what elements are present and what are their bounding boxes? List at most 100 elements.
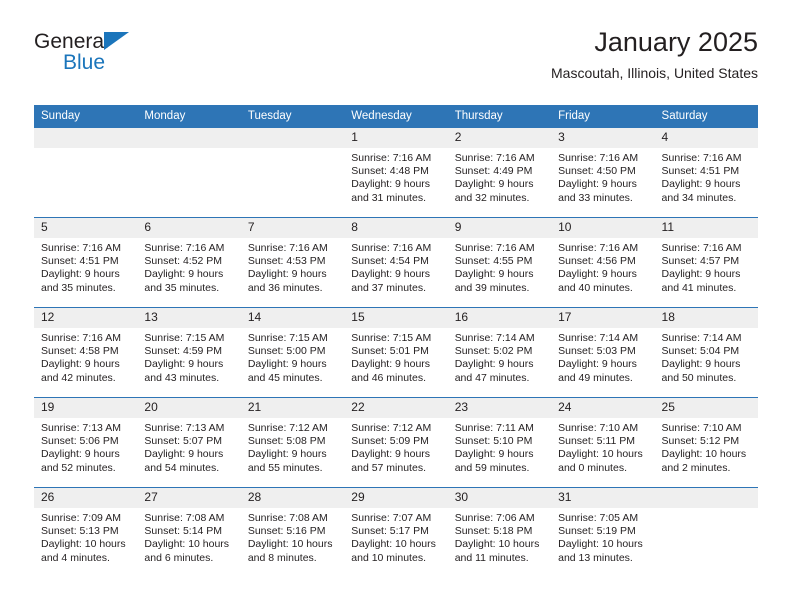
sun-info-line: and 35 minutes. — [144, 281, 220, 294]
sun-info-line: Sunrise: 7:09 AM — [41, 512, 121, 524]
page-title: January 2025 — [594, 27, 758, 57]
sun-info-line: and 10 minutes. — [351, 551, 426, 564]
calendar-day-cell[interactable]: 4 Sunrise: 7:16 AM Sunset: 4:51 PM Daylight… — [654, 127, 758, 218]
day-sun-info: Sunrise: 7:16 AM Sunset: 4:55 PM Daylight:… — [448, 238, 551, 295]
sun-info-line: Daylight: 9 hours — [247, 358, 327, 371]
title-block: January 2025 Mascoutah, Illinois, United… — [551, 26, 758, 82]
sun-info-line: Sunset: 4:48 PM — [351, 165, 429, 178]
sun-info-line: Sunrise: 7:13 AM — [41, 422, 121, 434]
calendar-day-cell[interactable]: 3 Sunrise: 7:16 AM Sunset: 4:50 PM Daylight… — [551, 127, 655, 218]
calendar-day-cell[interactable]: 10 Sunrise: 7:16 AM Sunset: 4:56 PM Dayligh… — [551, 217, 655, 308]
sun-info-line: Sunset: 5:17 PM — [351, 525, 429, 538]
sun-info-line: Sunrise: 7:15 AM — [351, 332, 432, 344]
sun-info-line: and 42 minutes. — [41, 371, 116, 384]
sun-info-line: Sunrise: 7:07 AM — [351, 512, 432, 524]
sun-info-line: and 13 minutes. — [558, 551, 633, 564]
calendar-day-cell[interactable]: 8 Sunrise: 7:16 AM Sunset: 4:54 PM Daylight… — [344, 217, 448, 308]
calendar-day-cell[interactable]: 13 Sunrise: 7:15 AM Sunset: 4:59 PM Dayligh… — [137, 307, 241, 398]
calendar-table: Sunday Monday Tuesday Wednesday Thursday Frid… — [34, 105, 758, 578]
calendar-day-cell[interactable]: 12 Sunrise: 7:16 AM Sunset: 4:58 PM Dayligh… — [34, 307, 138, 398]
sun-info-line: Sunrise: 7:16 AM — [351, 242, 432, 254]
calendar-day-cell[interactable]: 20 Sunrise: 7:13 AM Sunset: 5:07 PM Dayligh… — [137, 397, 241, 488]
sun-info-line: and 11 minutes. — [454, 551, 529, 564]
sun-info-line: and 46 minutes. — [351, 371, 426, 384]
calendar-day-cell[interactable]: 7 Sunrise: 7:16 AM Sunset: 4:53 PM Daylight… — [240, 217, 345, 308]
sun-info-line: Daylight: 9 hours — [454, 268, 534, 281]
sun-info-line: and 52 minutes. — [41, 461, 116, 474]
calendar-week-row: 1 Sunrise: 7:16 AM Sunset: 4:48 PM Daylight… — [34, 127, 758, 218]
sun-info-line: Sunrise: 7:13 AM — [144, 422, 225, 434]
calendar-day-cell[interactable]: 23 Sunrise: 7:11 AM Sunset: 5:10 PM Dayligh… — [447, 397, 552, 488]
sun-info-line: Daylight: 9 hours — [247, 268, 327, 281]
calendar-day-cell[interactable]: 1 Sunrise: 7:16 AM Sunset: 4:48 PM Daylight… — [344, 127, 448, 218]
sun-info-line: Sunrise: 7:16 AM — [351, 152, 432, 164]
sun-info-line: Sunset: 5:16 PM — [247, 525, 326, 538]
sun-info-line: and 39 minutes. — [454, 281, 530, 294]
calendar-day-cell[interactable]: 17 Sunrise: 7:14 AM Sunset: 5:03 PM Dayligh… — [551, 307, 655, 398]
page-header: General Blue January 2025 Mascoutah, Ill… — [34, 26, 758, 98]
calendar-day-cell[interactable]: 24 Sunrise: 7:10 AM Sunset: 5:11 PM Dayligh… — [551, 397, 655, 488]
weekday-header-wednesday: Wednesday — [344, 105, 448, 128]
calendar-day-cell[interactable]: 21 Sunrise: 7:12 AM Sunset: 5:08 PM Dayligh… — [240, 397, 345, 488]
day-number: 14 — [240, 308, 345, 328]
sun-info-line: Daylight: 10 hours — [41, 538, 126, 551]
calendar-day-cell[interactable]: 11 Sunrise: 7:16 AM Sunset: 4:57 PM Dayligh… — [654, 217, 758, 308]
calendar-empty-cell — [654, 487, 758, 578]
day-sun-info: Sunrise: 7:16 AM Sunset: 4:53 PM Daylight:… — [241, 238, 344, 295]
sun-info-line: and 59 minutes. — [454, 461, 530, 474]
weekday-header-monday: Monday — [137, 105, 241, 128]
sun-info-line: Sunrise: 7:16 AM — [144, 242, 225, 254]
day-sun-info: Sunrise: 7:16 AM Sunset: 4:48 PM Daylight:… — [344, 148, 447, 205]
calendar-day-cell[interactable]: 28 Sunrise: 7:08 AM Sunset: 5:16 PM Dayligh… — [240, 487, 345, 578]
sun-info-line: Sunset: 4:52 PM — [144, 255, 223, 268]
sun-info-line: and 37 minutes. — [351, 281, 426, 294]
day-number: 21 — [240, 398, 345, 418]
calendar-day-cell[interactable]: 31 Sunrise: 7:05 AM Sunset: 5:19 PM Dayligh… — [551, 487, 655, 578]
calendar-day-cell[interactable]: 16 Sunrise: 7:14 AM Sunset: 5:02 PM Dayligh… — [447, 307, 552, 398]
sun-info-line: Sunrise: 7:11 AM — [454, 422, 534, 434]
calendar-empty-cell — [34, 127, 138, 218]
calendar-day-cell[interactable]: 6 Sunrise: 7:16 AM Sunset: 4:52 PM Daylight… — [137, 217, 241, 308]
sun-info-line: Daylight: 9 hours — [661, 268, 741, 281]
calendar-day-cell[interactable]: 18 Sunrise: 7:14 AM Sunset: 5:04 PM Dayligh… — [654, 307, 758, 398]
sun-info-line: Daylight: 10 hours — [454, 538, 540, 551]
calendar-day-cell[interactable]: 5 Sunrise: 7:16 AM Sunset: 4:51 PM Daylight… — [34, 217, 138, 308]
sun-info-line: Sunset: 5:12 PM — [661, 435, 740, 448]
day-number: 24 — [551, 398, 655, 418]
calendar-day-cell[interactable]: 15 Sunrise: 7:15 AM Sunset: 5:01 PM Dayligh… — [344, 307, 448, 398]
calendar-day-cell[interactable]: 14 Sunrise: 7:15 AM Sunset: 5:00 PM Dayligh… — [240, 307, 345, 398]
calendar-empty-cell — [240, 127, 345, 218]
day-number: 5 — [34, 218, 138, 238]
day-sun-info: Sunrise: 7:15 AM Sunset: 4:59 PM Daylight:… — [137, 328, 240, 385]
sun-info-line: Daylight: 9 hours — [351, 178, 431, 191]
calendar-day-cell[interactable]: 29 Sunrise: 7:07 AM Sunset: 5:17 PM Dayligh… — [344, 487, 448, 578]
general-blue-logo: General Blue — [34, 30, 214, 86]
sun-info-line: Daylight: 10 hours — [144, 538, 230, 551]
sun-info-line: Sunset: 5:18 PM — [454, 525, 533, 538]
sun-info-line: and 8 minutes. — [247, 551, 317, 564]
calendar-day-cell[interactable]: 27 Sunrise: 7:08 AM Sunset: 5:14 PM Dayligh… — [137, 487, 241, 578]
sun-info-line: Sunset: 5:06 PM — [41, 435, 119, 448]
sun-info-line: Sunrise: 7:06 AM — [454, 512, 535, 524]
sun-info-line: and 45 minutes. — [247, 371, 323, 384]
sun-info-line: Sunset: 5:01 PM — [351, 345, 429, 358]
calendar-week-row: 26 Sunrise: 7:09 AM Sunset: 5:13 PM Dayligh… — [34, 487, 758, 578]
calendar-day-cell[interactable]: 22 Sunrise: 7:12 AM Sunset: 5:09 PM Dayligh… — [344, 397, 448, 488]
day-number: 12 — [34, 308, 138, 328]
day-number: 3 — [551, 128, 655, 148]
day-number: 22 — [344, 398, 448, 418]
sun-info-line: Daylight: 9 hours — [558, 178, 637, 191]
weekday-header-sunday: Sunday — [34, 105, 138, 128]
page-subtitle: Mascoutah, Illinois, United States — [551, 65, 758, 81]
calendar-day-cell[interactable]: 26 Sunrise: 7:09 AM Sunset: 5:13 PM Dayligh… — [34, 487, 138, 578]
calendar-day-cell[interactable]: 19 Sunrise: 7:13 AM Sunset: 5:06 PM Dayligh… — [34, 397, 138, 488]
calendar-day-cell[interactable]: 25 Sunrise: 7:10 AM Sunset: 5:12 PM Dayligh… — [654, 397, 758, 488]
sun-info-line: and 33 minutes. — [558, 191, 633, 204]
sun-info-line: Sunrise: 7:12 AM — [247, 422, 328, 434]
calendar-day-cell[interactable]: 9 Sunrise: 7:16 AM Sunset: 4:55 PM Daylight… — [447, 217, 552, 308]
day-number: 9 — [447, 218, 552, 238]
day-number: 27 — [137, 488, 241, 508]
calendar-day-cell[interactable]: 30 Sunrise: 7:06 AM Sunset: 5:18 PM Dayligh… — [447, 487, 552, 578]
calendar-day-cell[interactable]: 2 Sunrise: 7:16 AM Sunset: 4:49 PM Daylight… — [447, 127, 552, 218]
sun-info-line: and 34 minutes. — [661, 191, 737, 204]
